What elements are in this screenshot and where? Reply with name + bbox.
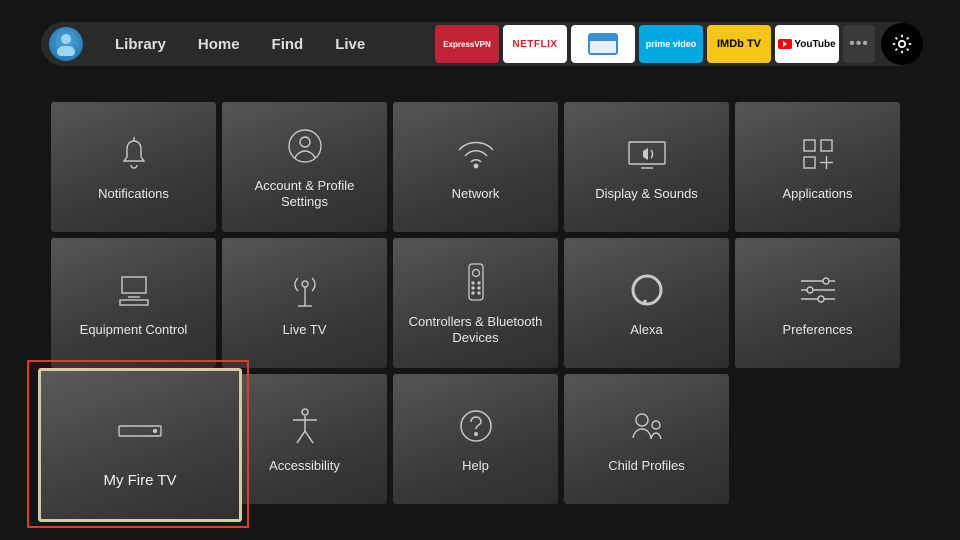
tile-controllers[interactable]: Controllers & Bluetooth Devices: [393, 238, 558, 368]
tile-childprofiles[interactable]: Child Profiles: [564, 374, 729, 504]
top-nav-bar: Library Home Find Live ExpressVPN NETFLI…: [41, 22, 919, 66]
sliders-icon: [797, 268, 839, 312]
tile-label: Equipment Control: [80, 322, 188, 338]
tv-sound-icon: [625, 132, 669, 176]
profile-avatar[interactable]: [49, 27, 83, 61]
selection-highlight: My Fire TV: [27, 360, 249, 528]
bell-icon: [116, 132, 152, 176]
play-icon: [778, 39, 792, 49]
tile-label: Help: [462, 458, 489, 474]
app-netflix[interactable]: NETFLIX: [503, 25, 567, 63]
nav-live[interactable]: Live: [335, 36, 365, 53]
tile-label: Applications: [782, 186, 852, 202]
tile-network[interactable]: Network: [393, 102, 558, 232]
gear-icon: [890, 32, 914, 56]
app-youtube-label: YouTube: [794, 39, 835, 50]
tile-help[interactable]: Help: [393, 374, 558, 504]
tile-label: Controllers & Bluetooth Devices: [401, 314, 550, 347]
app-primevideo[interactable]: prime video: [639, 25, 703, 63]
child-profiles-icon: [627, 404, 667, 448]
alexa-icon: [628, 268, 666, 312]
tile-equipment[interactable]: Equipment Control: [51, 238, 216, 368]
app-shortcuts: ExpressVPN NETFLIX prime video IMDb TV Y…: [435, 23, 919, 65]
remote-icon: [466, 260, 486, 304]
tile-myfiretv[interactable]: My Fire TV: [38, 368, 242, 522]
antenna-icon: [288, 268, 322, 312]
tile-label: Display & Sounds: [595, 186, 698, 202]
firetv-device-icon: [116, 410, 164, 452]
tile-account[interactable]: Account & Profile Settings: [222, 102, 387, 232]
tile-label: Alexa: [630, 322, 663, 338]
app-imdbtv[interactable]: IMDb TV: [707, 25, 771, 63]
tile-preferences[interactable]: Preferences: [735, 238, 900, 368]
tile-label: Account & Profile Settings: [230, 178, 379, 211]
tile-label: My Fire TV: [103, 472, 176, 489]
tile-label: Child Profiles: [608, 458, 685, 474]
nav-links: Library Home Find Live: [115, 36, 365, 53]
app-expressvpn-label: ExpressVPN: [443, 40, 491, 49]
accessibility-icon: [289, 404, 321, 448]
nav-find[interactable]: Find: [272, 36, 304, 53]
tile-applications[interactable]: Applications: [735, 102, 900, 232]
app-esfileexplorer[interactable]: [571, 25, 635, 63]
tile-display[interactable]: Display & Sounds: [564, 102, 729, 232]
folder-icon: [588, 33, 618, 55]
user-circle-icon: [286, 124, 324, 168]
app-expressvpn[interactable]: ExpressVPN: [435, 25, 499, 63]
wifi-icon: [455, 132, 497, 176]
more-apps-button[interactable]: •••: [843, 25, 875, 63]
tile-label: Network: [452, 186, 500, 202]
tile-label: Accessibility: [269, 458, 340, 474]
help-icon: [458, 404, 494, 448]
settings-button[interactable]: [881, 23, 923, 65]
tile-notifications[interactable]: Notifications: [51, 102, 216, 232]
tile-label: Preferences: [782, 322, 852, 338]
tile-alexa[interactable]: Alexa: [564, 238, 729, 368]
nav-home[interactable]: Home: [198, 36, 240, 53]
tile-label: Live TV: [283, 322, 327, 338]
nav-library[interactable]: Library: [115, 36, 166, 53]
equipment-icon: [114, 268, 154, 312]
app-youtube[interactable]: YouTube: [775, 25, 839, 63]
tile-livetv[interactable]: Live TV: [222, 238, 387, 368]
apps-grid-icon: [800, 132, 836, 176]
tile-label: Notifications: [98, 186, 169, 202]
